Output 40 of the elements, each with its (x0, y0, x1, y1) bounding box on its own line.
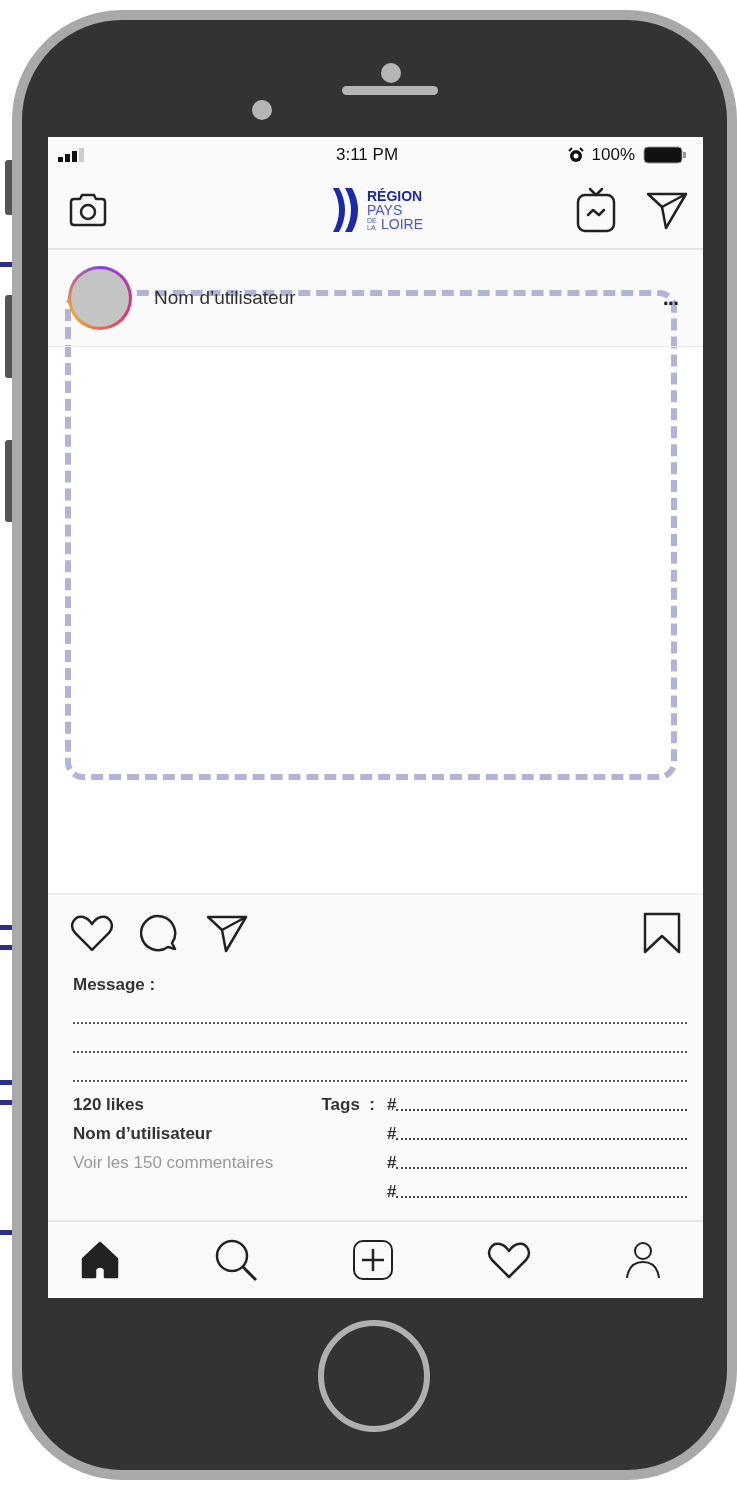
tags-label: Tags : (321, 1095, 375, 1115)
owner-name[interactable]: Nom d’utilisateur (73, 1124, 310, 1144)
fill-in-line[interactable] (396, 1196, 687, 1198)
fill-in-line[interactable] (73, 1079, 687, 1082)
logo-text: RÉGION (367, 189, 423, 203)
likes-count: 120 likes (73, 1095, 145, 1115)
add-icon[interactable] (351, 1239, 394, 1281)
status-time: 3:11 PM (336, 144, 399, 165)
send-icon[interactable] (646, 190, 688, 230)
home-icon[interactable] (80, 1240, 120, 1280)
camera-icon[interactable] (68, 193, 108, 227)
more-button[interactable]: ... (662, 285, 678, 311)
fill-in-line[interactable] (396, 1167, 687, 1169)
fill-in-line[interactable] (73, 1050, 687, 1053)
hash-sign: # (387, 1095, 397, 1115)
fill-in-line[interactable] (396, 1109, 687, 1111)
comment-icon[interactable] (140, 913, 180, 953)
profile-icon[interactable] (625, 1240, 661, 1280)
fill-in-line[interactable] (73, 1021, 687, 1024)
logo-text: LOIRE (381, 217, 423, 231)
message-label: Message : (73, 975, 157, 995)
hash-sign: # (387, 1124, 397, 1144)
home-button[interactable] (318, 1320, 430, 1432)
search-icon[interactable] (213, 1238, 258, 1282)
tv-icon[interactable] (576, 187, 616, 233)
heart-icon[interactable] (487, 1241, 532, 1279)
camera-dot (381, 63, 401, 83)
like-icon[interactable] (70, 914, 114, 952)
bookmark-icon[interactable] (643, 912, 681, 954)
username[interactable]: Nom d’utilisateur (154, 287, 296, 309)
battery-icon (643, 145, 687, 164)
hash-sign: # (387, 1182, 397, 1202)
logo-text: PAYS (367, 203, 404, 217)
fill-in-line[interactable] (396, 1138, 687, 1140)
logo-icon (331, 186, 361, 234)
alarm-icon (567, 146, 584, 163)
sensor-dot (252, 100, 272, 120)
hash-sign: # (387, 1153, 397, 1173)
share-icon[interactable] (206, 913, 248, 953)
battery-percent: 100% (591, 144, 635, 165)
